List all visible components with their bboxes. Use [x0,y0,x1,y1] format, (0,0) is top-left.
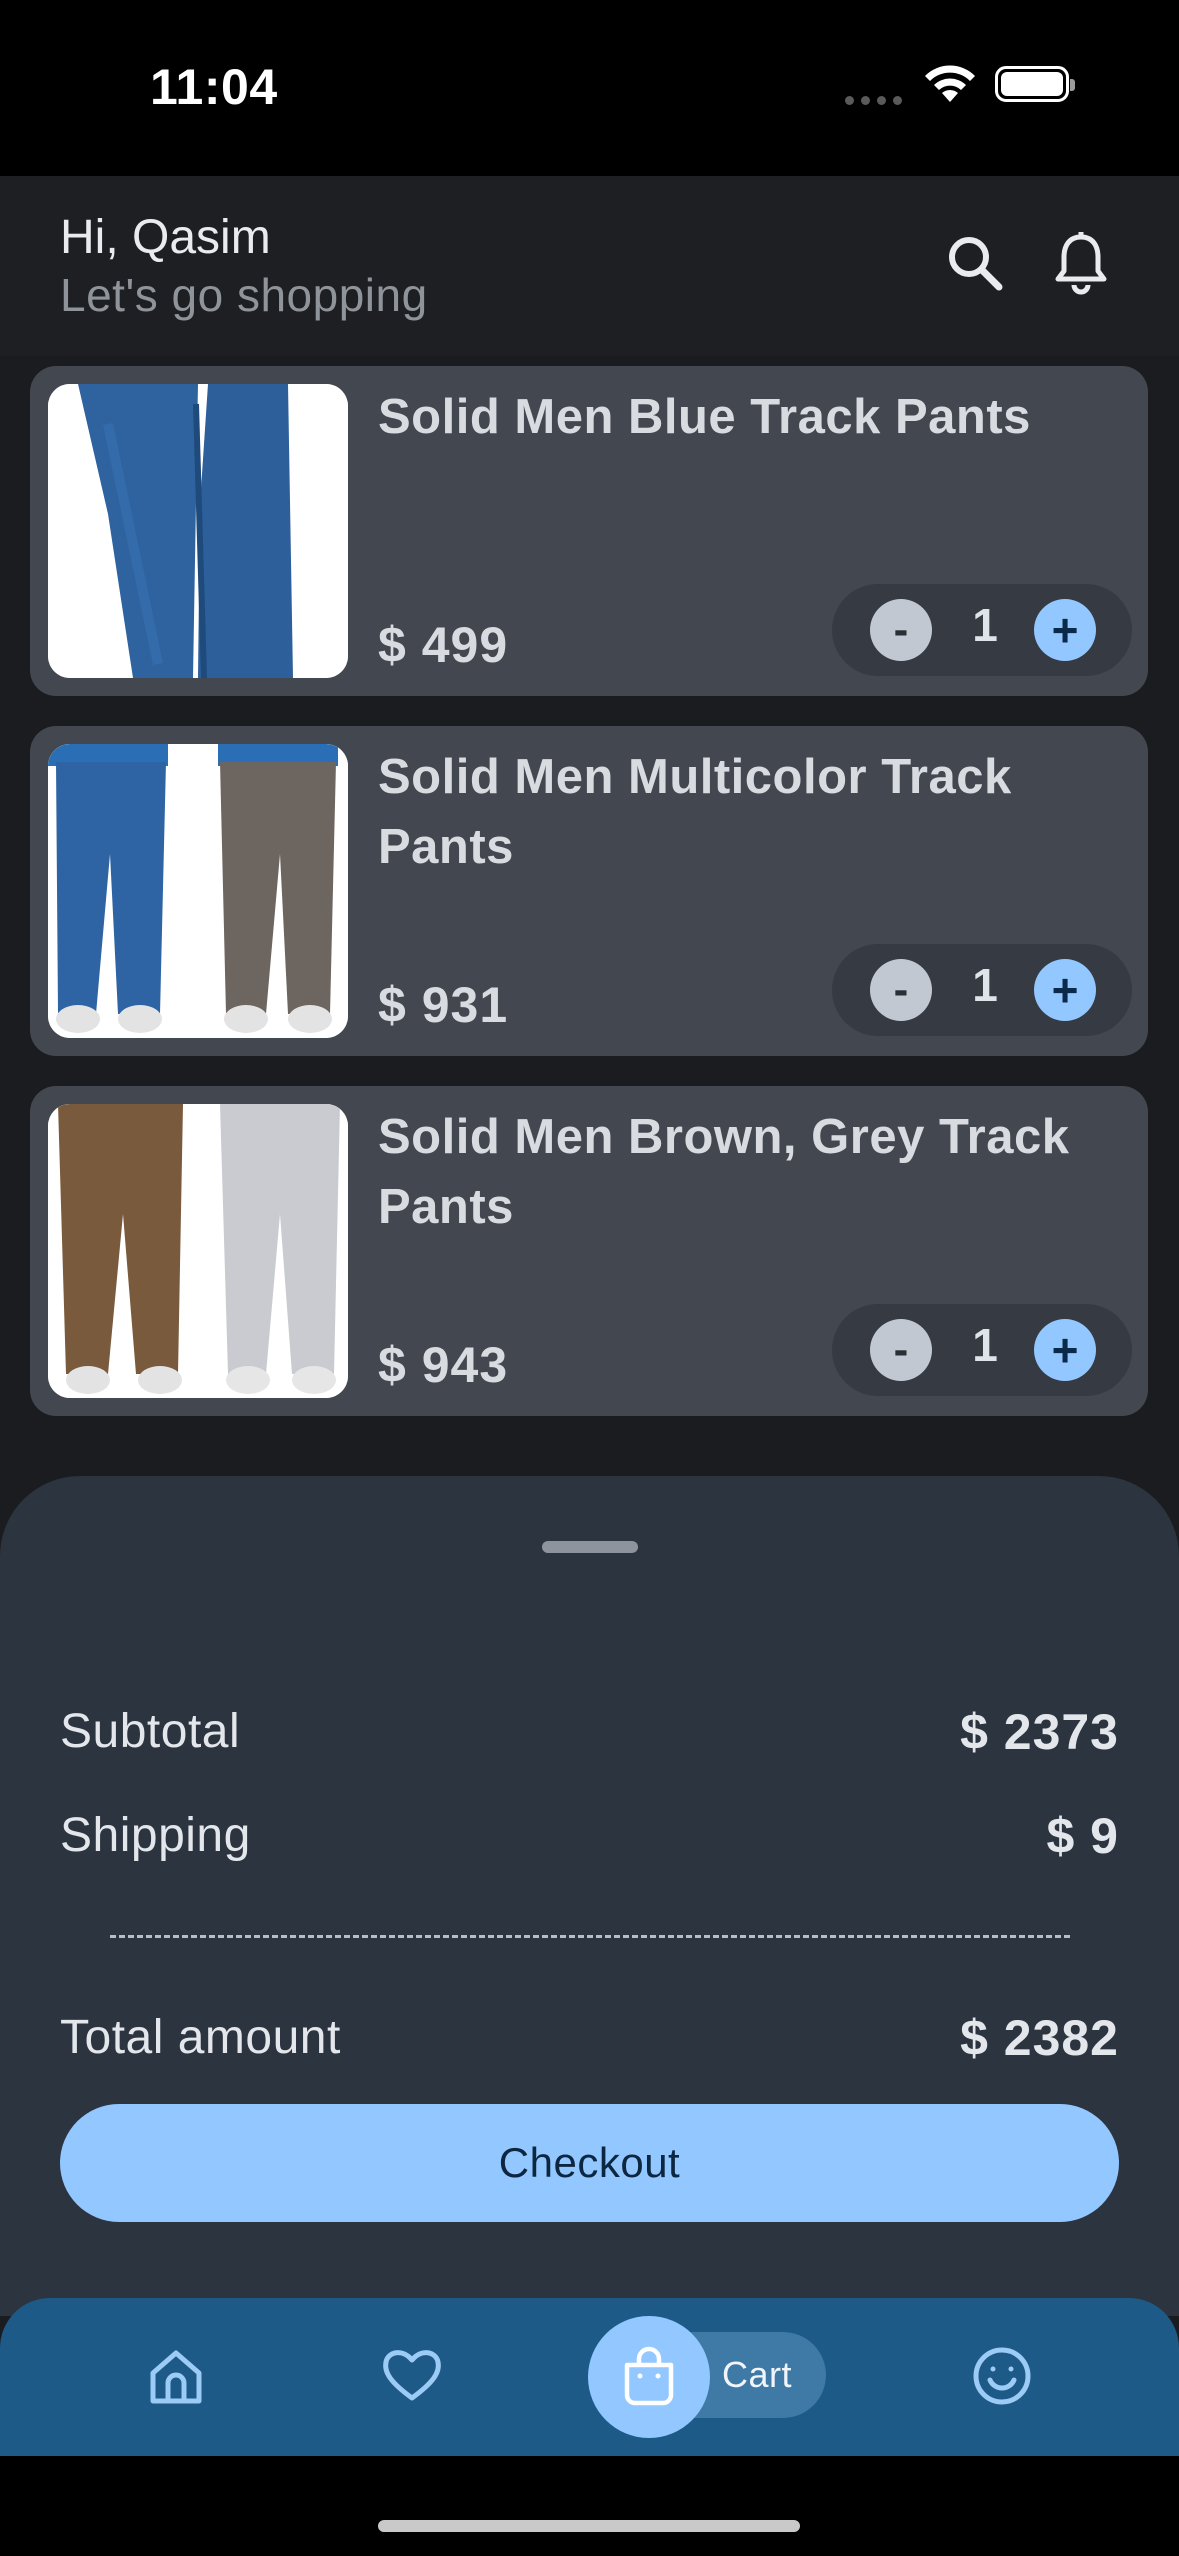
quantity-stepper: - 1 + [832,1304,1132,1396]
home-indicator[interactable] [378,2520,800,2532]
status-bar: 11:04 [0,0,1179,176]
notifications-button[interactable] [1046,228,1116,298]
product-price: $ 943 [378,1337,509,1393]
decrease-quantity-button[interactable]: - [870,959,932,1021]
search-icon [949,237,1003,291]
increase-quantity-button[interactable]: + [1034,1319,1096,1381]
decrease-quantity-button[interactable]: - [870,1319,932,1381]
smiley-icon [973,2347,1031,2405]
shipping-value: $ 9 [1046,1808,1119,1864]
system-bottom-bar [0,2456,1179,2556]
quantity-stepper: - 1 + [832,944,1132,1036]
nav-cart-label: Cart [722,2354,793,2395]
cart-item-card[interactable]: Solid Men Blue Track Pants $ 499 - 1 + [30,366,1148,696]
product-price: $ 931 [378,977,509,1033]
total-value: $ 2382 [960,2010,1119,2066]
search-button[interactable] [940,228,1010,298]
heart-icon [383,2350,441,2401]
product-image [48,744,348,1038]
home-icon [150,2350,202,2404]
greeting-text: Hi, Qasim [60,211,271,264]
increase-quantity-button[interactable]: + [1034,959,1096,1021]
quantity-value: 1 [972,1319,998,1371]
cart-item-card[interactable]: Solid Men Brown, Grey Track Pants $ 943 … [30,1086,1148,1416]
greeting-subtitle: Let's go shopping [60,269,428,321]
product-image [48,1104,348,1398]
nav-profile[interactable] [966,2340,1038,2412]
wifi-icon [925,65,975,102]
increase-quantity-button[interactable]: + [1034,599,1096,661]
quantity-value: 1 [972,959,998,1011]
sheet-drag-handle[interactable] [542,1541,638,1553]
subtotal-label: Subtotal [60,1705,241,1758]
nav-cart-bubble[interactable] [588,2316,710,2438]
product-title: Solid Men Multicolor Track Pants [378,750,1012,874]
battery-icon [995,66,1075,102]
cellular-signal-icon [845,96,902,105]
cart-item-card[interactable]: Solid Men Multicolor Track Pants $ 931 -… [30,726,1148,1056]
nav-home[interactable] [140,2340,212,2412]
bell-icon [1055,232,1107,295]
subtotal-value: $ 2373 [960,1704,1119,1760]
quantity-value: 1 [972,599,998,651]
summary-divider [110,1935,1070,1938]
decrease-quantity-button[interactable]: - [870,599,932,661]
status-time: 11:04 [150,59,278,115]
shopping-bag-icon [624,2346,674,2406]
product-image [48,384,348,678]
product-title: Solid Men Blue Track Pants [378,390,1031,444]
nav-favorites[interactable] [376,2338,448,2410]
product-price: $ 499 [378,617,509,673]
quantity-stepper: - 1 + [832,584,1132,676]
shipping-label: Shipping [60,1809,251,1862]
product-title: Solid Men Brown, Grey Track Pants [378,1110,1070,1234]
total-label: Total amount [60,2011,341,2064]
checkout-button[interactable]: Checkout [60,2104,1119,2222]
